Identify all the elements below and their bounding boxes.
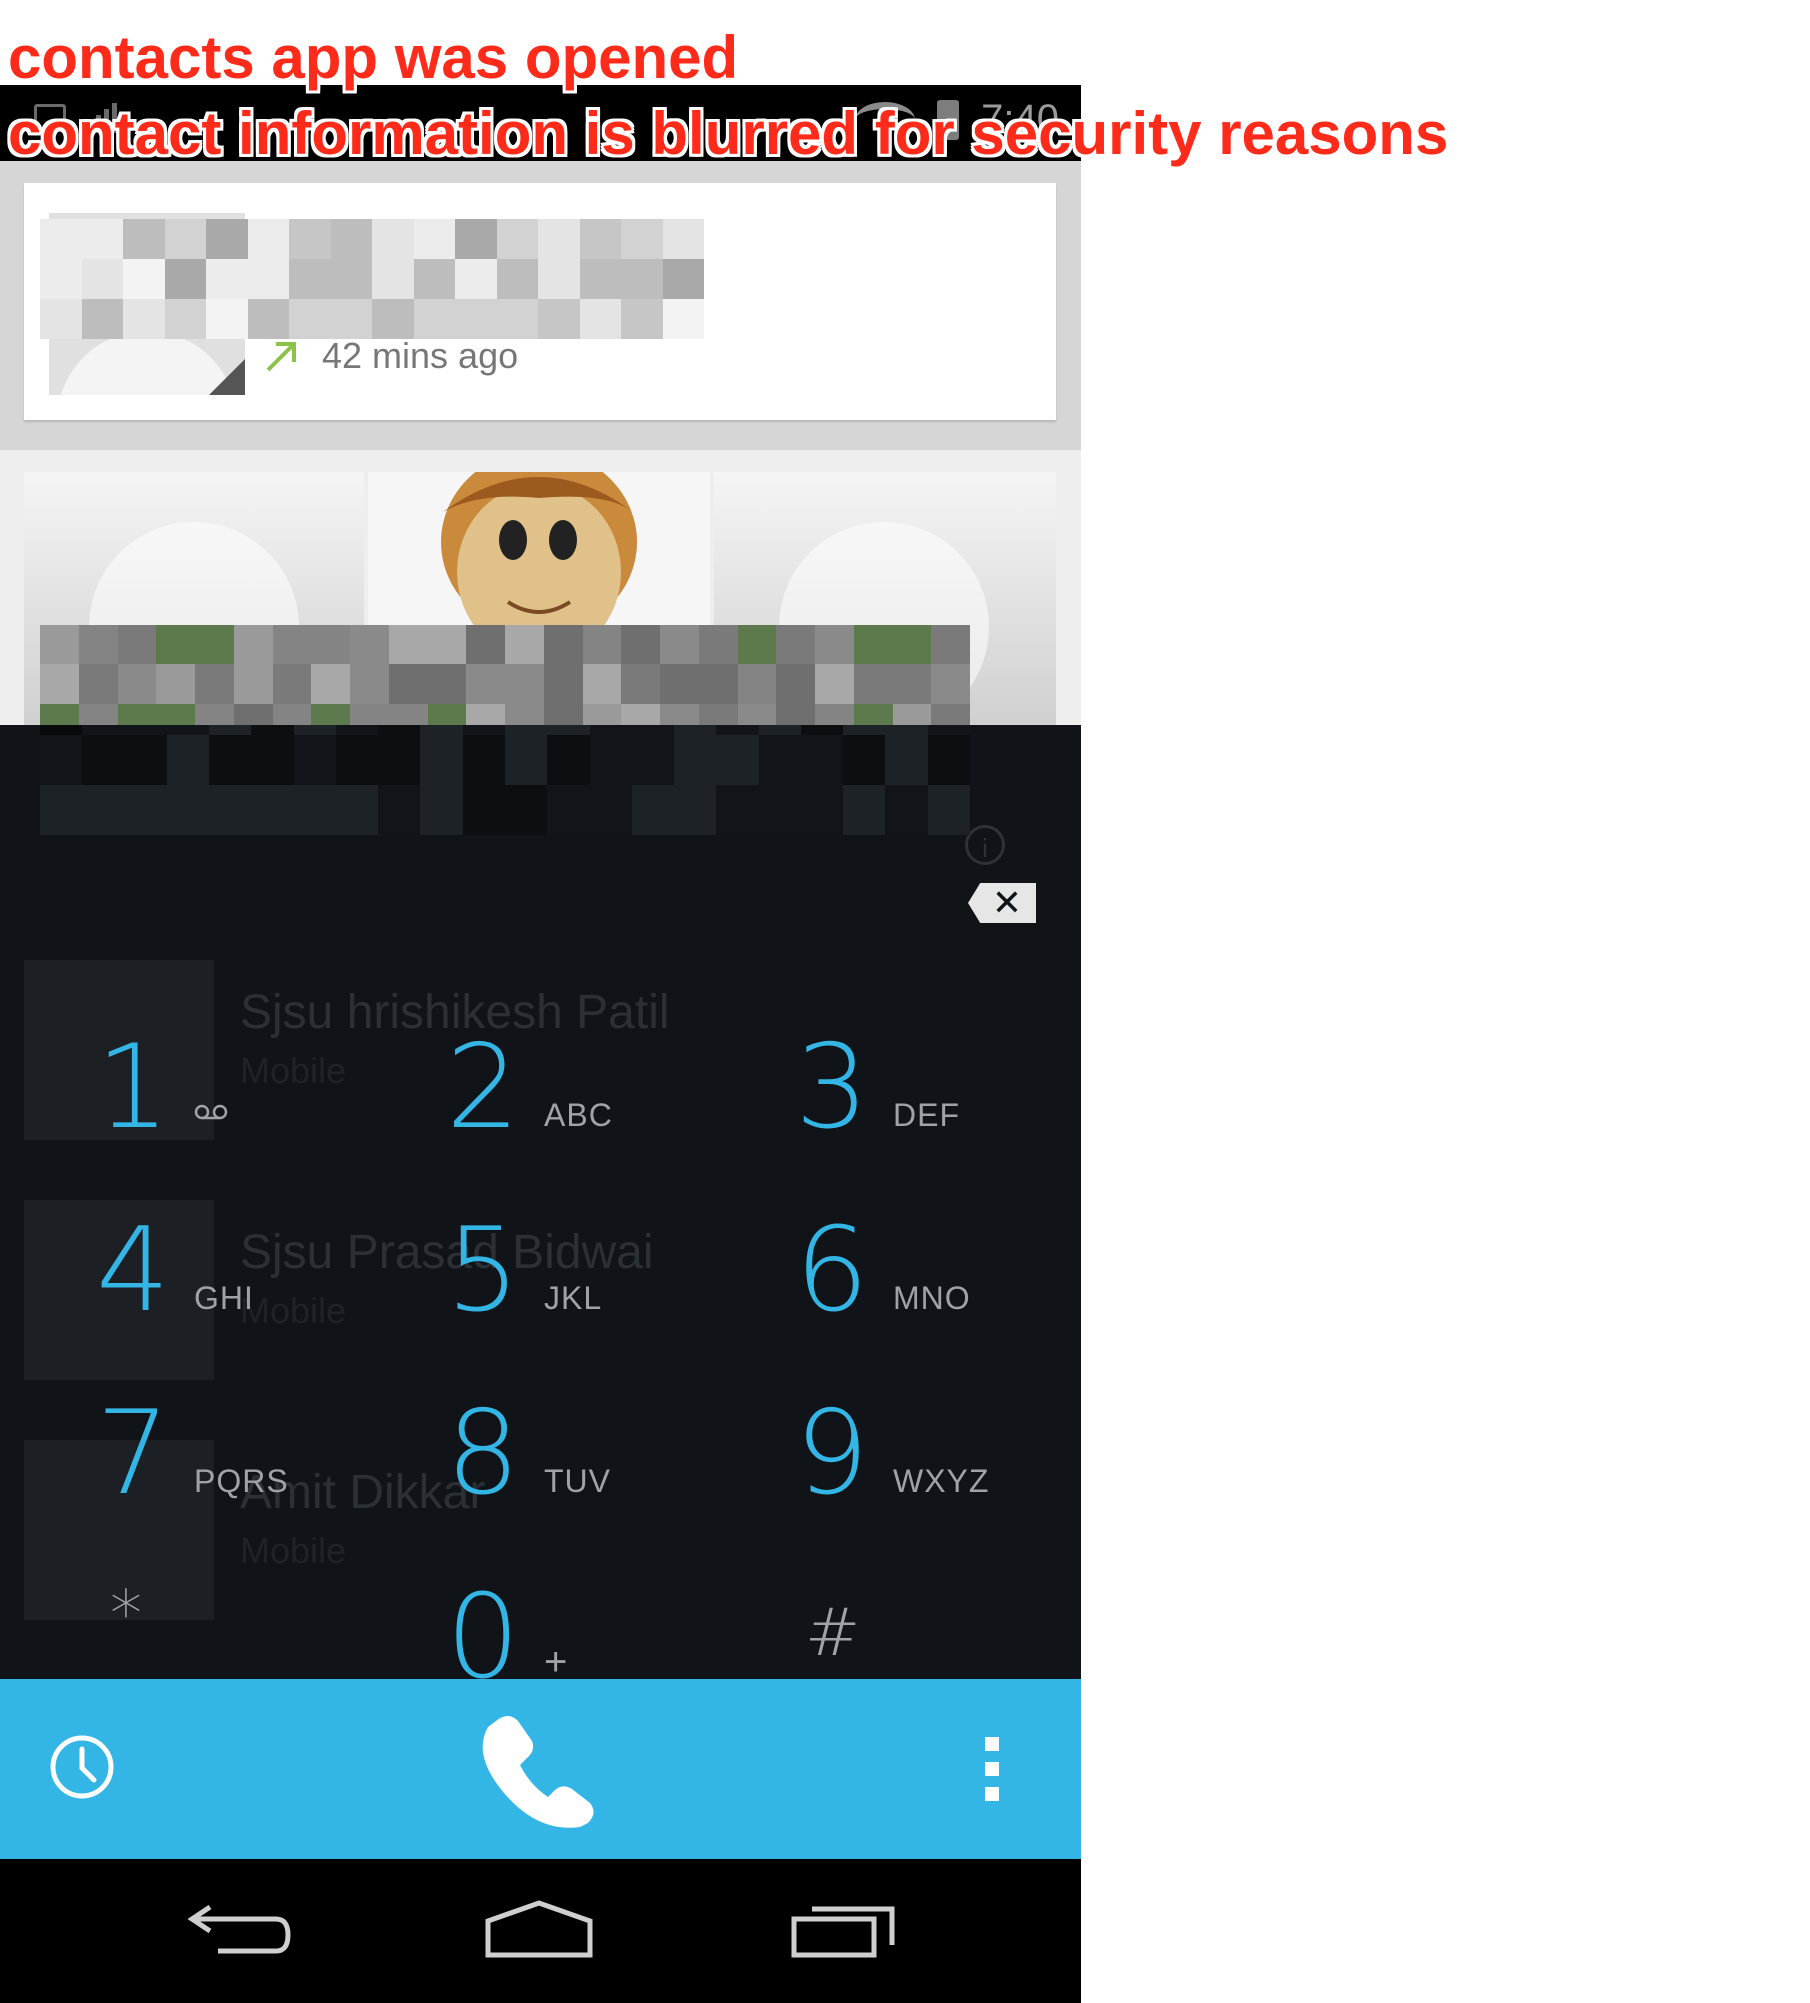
dialpad: 1 2 ABC 3 DEF 4 GHI 5 JKL 6 MNO 7 PQRS 8… — [0, 725, 1081, 1680]
dialpad-key-5[interactable]: 5 JKL — [446, 1213, 786, 1383]
dialpad-key-9[interactable]: 9 WXYZ — [795, 1396, 1081, 1566]
dialpad-key-6[interactable]: 6 MNO — [795, 1213, 1081, 1383]
dialpad-key-star[interactable]: * — [110, 1583, 450, 1679]
dialpad-key-1[interactable]: 1 — [96, 1030, 436, 1200]
home-icon[interactable] — [484, 1897, 594, 1961]
dialer-action-bar — [0, 1679, 1081, 1859]
recent-call-time: 42 mins ago — [322, 335, 519, 376]
dialpad-key-7[interactable]: 7 PQRS — [96, 1396, 436, 1566]
annotation-text: contact information is blurred for secur… — [8, 100, 1449, 167]
voicemail-icon — [194, 1104, 228, 1120]
system-navigation-bar — [0, 1859, 1081, 2003]
recent-call-section: 42 mins ago — [0, 161, 1081, 450]
dialpad-key-hash[interactable]: # — [805, 1600, 1081, 1679]
recent-call-card[interactable]: 42 mins ago — [24, 183, 1056, 420]
dialpad-key-8[interactable]: 8 TUV — [446, 1396, 786, 1566]
dialpad-key-4[interactable]: 4 GHI — [96, 1213, 436, 1383]
phone-screen: 7:40 42 mins ago Sjsu hrishikesh Patil M… — [0, 85, 1081, 2003]
outgoing-call-arrow-icon — [266, 342, 296, 372]
phone-call-icon[interactable] — [478, 1707, 600, 1829]
blurred-contact-name — [40, 219, 704, 339]
dialer-panel: Sjsu hrishikesh Patil Mobile Sjsu Prasad… — [0, 725, 1081, 1679]
overflow-menu-icon[interactable] — [985, 1737, 999, 1801]
annotation-text: contacts app was opened — [8, 24, 739, 91]
back-icon[interactable] — [186, 1897, 296, 1961]
recents-icon[interactable] — [790, 1897, 900, 1961]
dialpad-key-0[interactable]: 0 + — [446, 1580, 786, 1680]
dialpad-key-2[interactable]: 2 ABC — [446, 1030, 786, 1200]
dialpad-key-3[interactable]: 3 DEF — [795, 1030, 1081, 1200]
call-history-icon[interactable] — [48, 1733, 116, 1801]
